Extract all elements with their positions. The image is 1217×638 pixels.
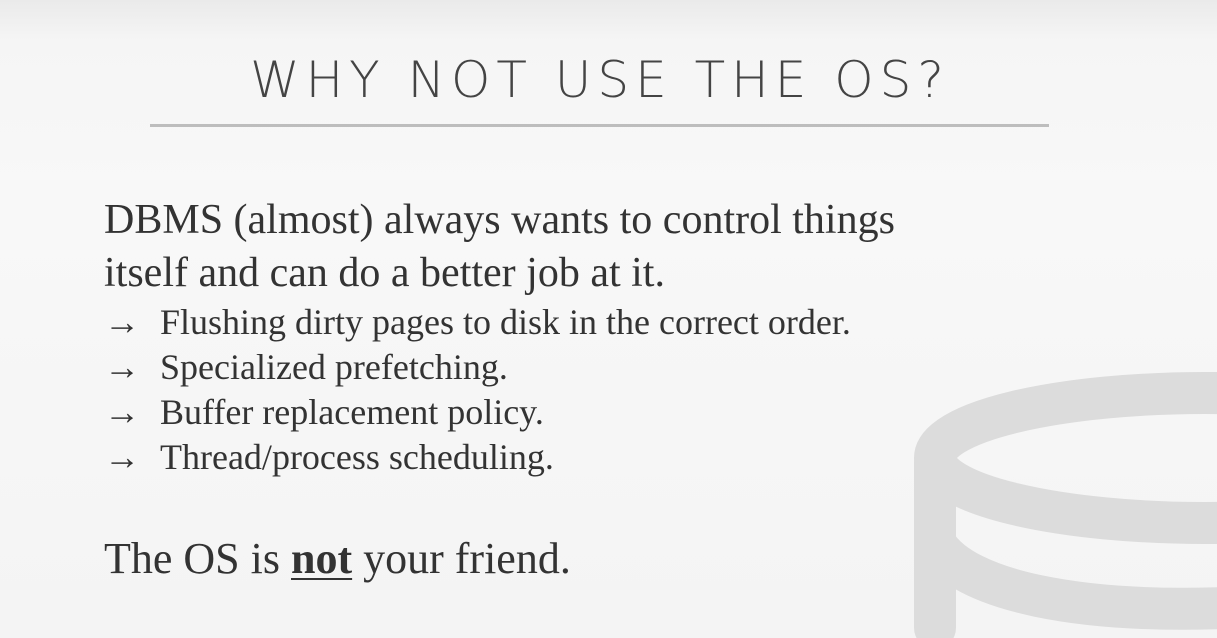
bullet-item: → Flushing dirty pages to disk in the cor… [104, 300, 1154, 345]
lead-statement: DBMS (almost) always wants to control th… [104, 194, 1154, 300]
bullet-text: Buffer replacement policy. [160, 392, 544, 432]
lead-line-2: itself and can do a better job at it. [104, 250, 665, 296]
slide-title: WHY NOT USE THE OS? [250, 51, 950, 109]
arrow-icon: → [104, 347, 140, 387]
arrow-icon: → [104, 437, 140, 477]
database-icon [914, 372, 1217, 638]
arrow-icon: → [104, 392, 140, 432]
bullet-text: Thread/process scheduling. [160, 437, 554, 477]
closing-emphasis: not [291, 534, 353, 583]
lead-line-1: DBMS (almost) always wants to control th… [104, 197, 895, 243]
title-divider [150, 124, 1049, 127]
bullet-text: Flushing dirty pages to disk in the corr… [160, 302, 851, 342]
bullet-text: Specialized prefetching. [160, 347, 508, 387]
closing-after: your friend. [352, 534, 571, 583]
arrow-icon: → [104, 302, 140, 342]
closing-before: The OS is [104, 534, 291, 583]
